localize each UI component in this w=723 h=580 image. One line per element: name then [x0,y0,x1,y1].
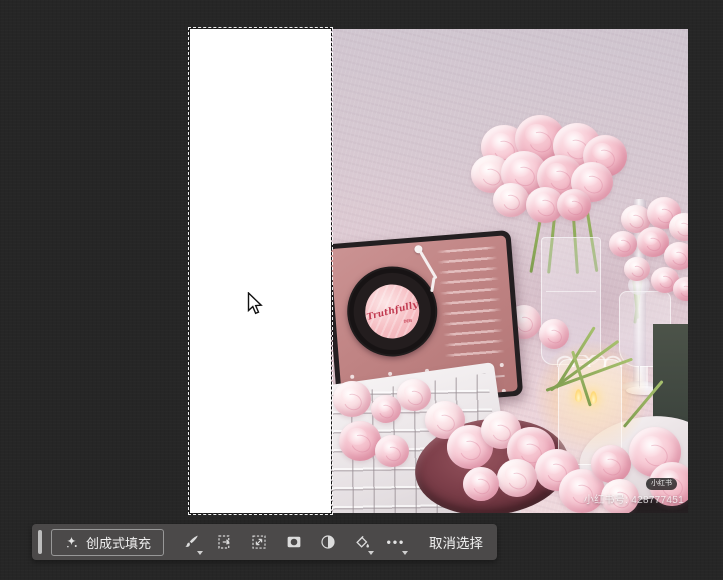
invert-button[interactable] [311,527,345,557]
flower [493,183,529,217]
flower [609,231,637,257]
flower [557,189,591,221]
generative-fill-label: 创成式填充 [86,533,151,552]
taskbar-drag-handle[interactable] [38,530,42,554]
flower-bud [539,319,569,349]
active-selection-region[interactable] [190,29,331,513]
flower [371,395,401,423]
candle-flame [590,391,597,404]
queue-icon [502,389,506,393]
flower [497,459,537,497]
vinyl-record: Truthfully DEB [344,263,441,360]
tonearm [419,250,437,279]
more-options-icon: ••• [387,535,406,549]
watermark-id: 小红书号: 428777451 [584,491,684,506]
lyrics-panel [437,246,506,364]
transform-selection-button[interactable] [242,527,276,557]
contextual-taskbar: 创成式填充 [32,524,497,560]
fill-button[interactable] [345,527,379,557]
arrow-cursor [247,292,263,316]
flower [591,445,631,483]
modify-selection-button[interactable] [208,527,242,557]
chevron-down-icon [368,551,374,555]
invert-icon [319,533,337,551]
flower [397,379,431,411]
flower [664,242,688,270]
photoshop-workspace: { "window": { "background_color": "#2626… [0,0,723,580]
more-options-button[interactable]: ••• [379,527,413,557]
mask-icon [285,533,303,551]
tonearm-head [430,277,435,292]
mask-button[interactable] [276,527,310,557]
selection-arrow-icon [216,533,234,551]
flower [333,381,371,417]
flower [624,257,650,281]
transform-selection-icon [250,533,268,551]
paint-bucket-icon [353,533,371,551]
generative-fill-button[interactable]: 创成式填充 [51,529,164,556]
candle-flame [575,389,582,402]
chevron-down-icon [197,551,203,555]
flower [375,435,409,467]
photo-canvas[interactable]: Truthfully DEB [331,29,688,513]
brush-icon [182,533,200,551]
album-art: Truthfully DEB [363,282,421,340]
xiaohongshu-badge: 小红书 [646,478,677,490]
flower [463,467,499,501]
sparkle-icon [64,535,79,550]
brush-tool-button[interactable] [174,527,208,557]
chevron-down-icon [402,551,408,555]
deselect-button[interactable]: 取消选择 [423,532,497,552]
song-subtitle: DEB [403,318,412,324]
